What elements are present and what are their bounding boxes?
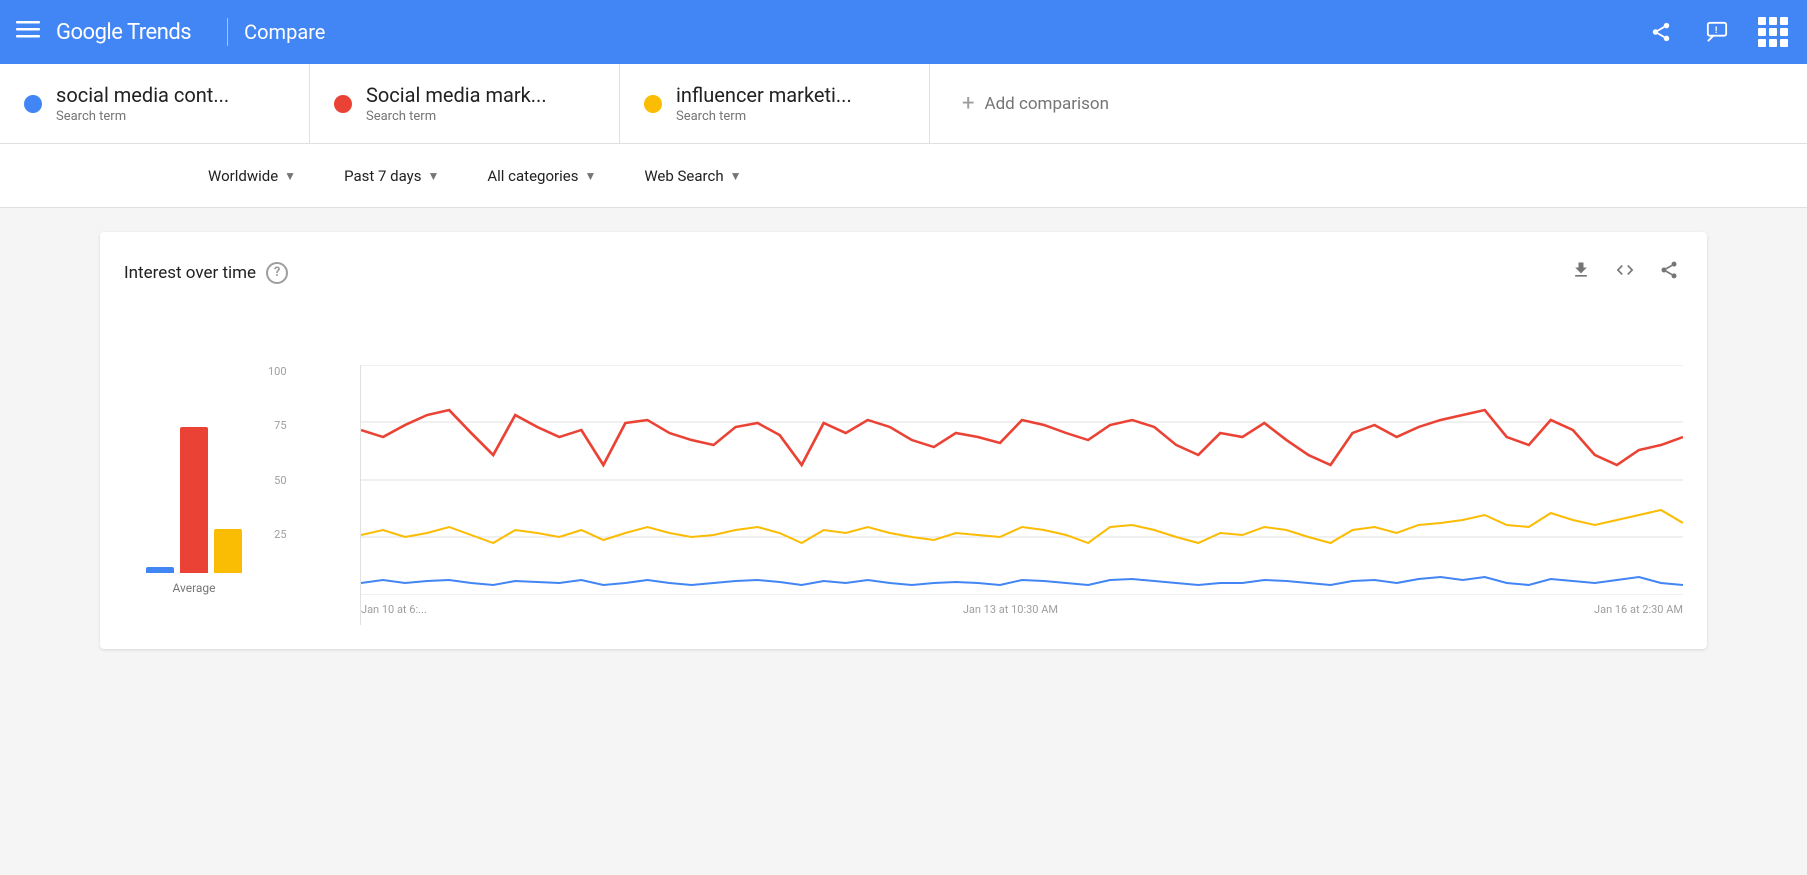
term-name-2: Social media mark... xyxy=(366,83,547,107)
svg-text:!: ! xyxy=(1715,26,1717,36)
add-comparison-label: Add comparison xyxy=(984,94,1109,114)
help-icon[interactable]: ? xyxy=(266,262,288,284)
y-labels: 100 75 50 25 xyxy=(268,365,287,595)
bar-blue xyxy=(146,567,174,573)
line-chart-area: Jan 10 at 6:... Jan 13 at 10:30 AM Jan 1… xyxy=(360,365,1683,625)
embed-icon[interactable] xyxy=(1611,256,1639,289)
x-label-2: Jan 13 at 10:30 AM xyxy=(963,603,1058,616)
term-info-3: influencer marketi... Search term xyxy=(676,83,852,124)
search-type-dropdown-arrow: ▼ xyxy=(730,169,742,183)
menu-icon[interactable] xyxy=(16,17,40,47)
location-filter[interactable]: Worldwide ▼ xyxy=(200,161,304,191)
y-label-50: 50 xyxy=(268,474,287,487)
header-divider xyxy=(227,18,228,46)
term-name-3: influencer marketi... xyxy=(676,83,852,107)
header: Google Trends Compare ! xyxy=(0,0,1807,64)
search-term-2[interactable]: Social media mark... Search term xyxy=(310,64,620,143)
time-filter[interactable]: Past 7 days ▼ xyxy=(336,161,447,191)
term-dot-3 xyxy=(644,95,662,113)
term-name-1: social media cont... xyxy=(56,83,229,107)
bar-chart-area: Average xyxy=(124,365,264,625)
download-icon[interactable] xyxy=(1567,256,1595,289)
x-label-1: Jan 10 at 6:... xyxy=(361,603,427,616)
term-info-1: social media cont... Search term xyxy=(56,83,229,124)
term-type-1: Search term xyxy=(56,109,229,124)
main-content: Interest over time ? xyxy=(0,208,1807,689)
time-label: Past 7 days xyxy=(344,167,421,185)
add-plus-icon: + xyxy=(962,91,974,116)
interest-over-time-card: Interest over time ? xyxy=(100,232,1707,649)
logo: Google Trends xyxy=(56,20,191,45)
share-chart-icon[interactable] xyxy=(1655,256,1683,289)
search-term-3[interactable]: influencer marketi... Search term xyxy=(620,64,930,143)
card-title: Interest over time xyxy=(124,263,256,283)
logo-text: Google Trends xyxy=(56,20,191,45)
bar-average-label: Average xyxy=(172,581,215,595)
add-comparison-button[interactable]: + Add comparison xyxy=(930,64,1141,143)
line-chart-svg xyxy=(361,365,1683,595)
header-actions: ! xyxy=(1643,14,1791,50)
search-type-filter[interactable]: Web Search ▼ xyxy=(636,161,749,191)
x-labels: Jan 10 at 6:... Jan 13 at 10:30 AM Jan 1… xyxy=(361,599,1683,616)
y-label-75: 75 xyxy=(268,419,287,432)
category-label: All categories xyxy=(487,167,578,185)
bar-red xyxy=(180,427,208,573)
category-dropdown-arrow: ▼ xyxy=(584,169,596,183)
location-dropdown-arrow: ▼ xyxy=(284,169,296,183)
category-filter[interactable]: All categories ▼ xyxy=(479,161,604,191)
apps-icon[interactable] xyxy=(1755,14,1791,50)
card-header: Interest over time ? xyxy=(124,256,1683,289)
card-actions xyxy=(1567,256,1683,289)
term-type-3: Search term xyxy=(676,109,852,124)
x-label-3: Jan 16 at 2:30 AM xyxy=(1594,603,1683,616)
search-type-label: Web Search xyxy=(644,167,723,185)
location-label: Worldwide xyxy=(208,167,278,185)
time-dropdown-arrow: ▼ xyxy=(427,169,439,183)
share-icon[interactable] xyxy=(1643,14,1679,50)
bars xyxy=(146,373,242,573)
y-label-100: 100 xyxy=(268,365,287,378)
card-title-area: Interest over time ? xyxy=(124,262,288,284)
line-chart-wrapper: 100 75 50 25 xyxy=(312,365,1683,625)
term-type-2: Search term xyxy=(366,109,547,124)
term-dot-2 xyxy=(334,95,352,113)
bar-yellow xyxy=(214,529,242,573)
search-term-1[interactable]: social media cont... Search term xyxy=(0,64,310,143)
feedback-icon[interactable]: ! xyxy=(1699,14,1735,50)
y-label-0 xyxy=(268,582,287,595)
filter-bar: Worldwide ▼ Past 7 days ▼ All categories… xyxy=(0,144,1807,208)
term-dot-1 xyxy=(24,95,42,113)
page-title: Compare xyxy=(244,20,325,44)
search-terms-bar: social media cont... Search term Social … xyxy=(0,64,1807,144)
y-label-25: 25 xyxy=(268,528,287,541)
term-info-2: Social media mark... Search term xyxy=(366,83,547,124)
chart-container: Average 100 75 50 25 xyxy=(124,305,1683,625)
